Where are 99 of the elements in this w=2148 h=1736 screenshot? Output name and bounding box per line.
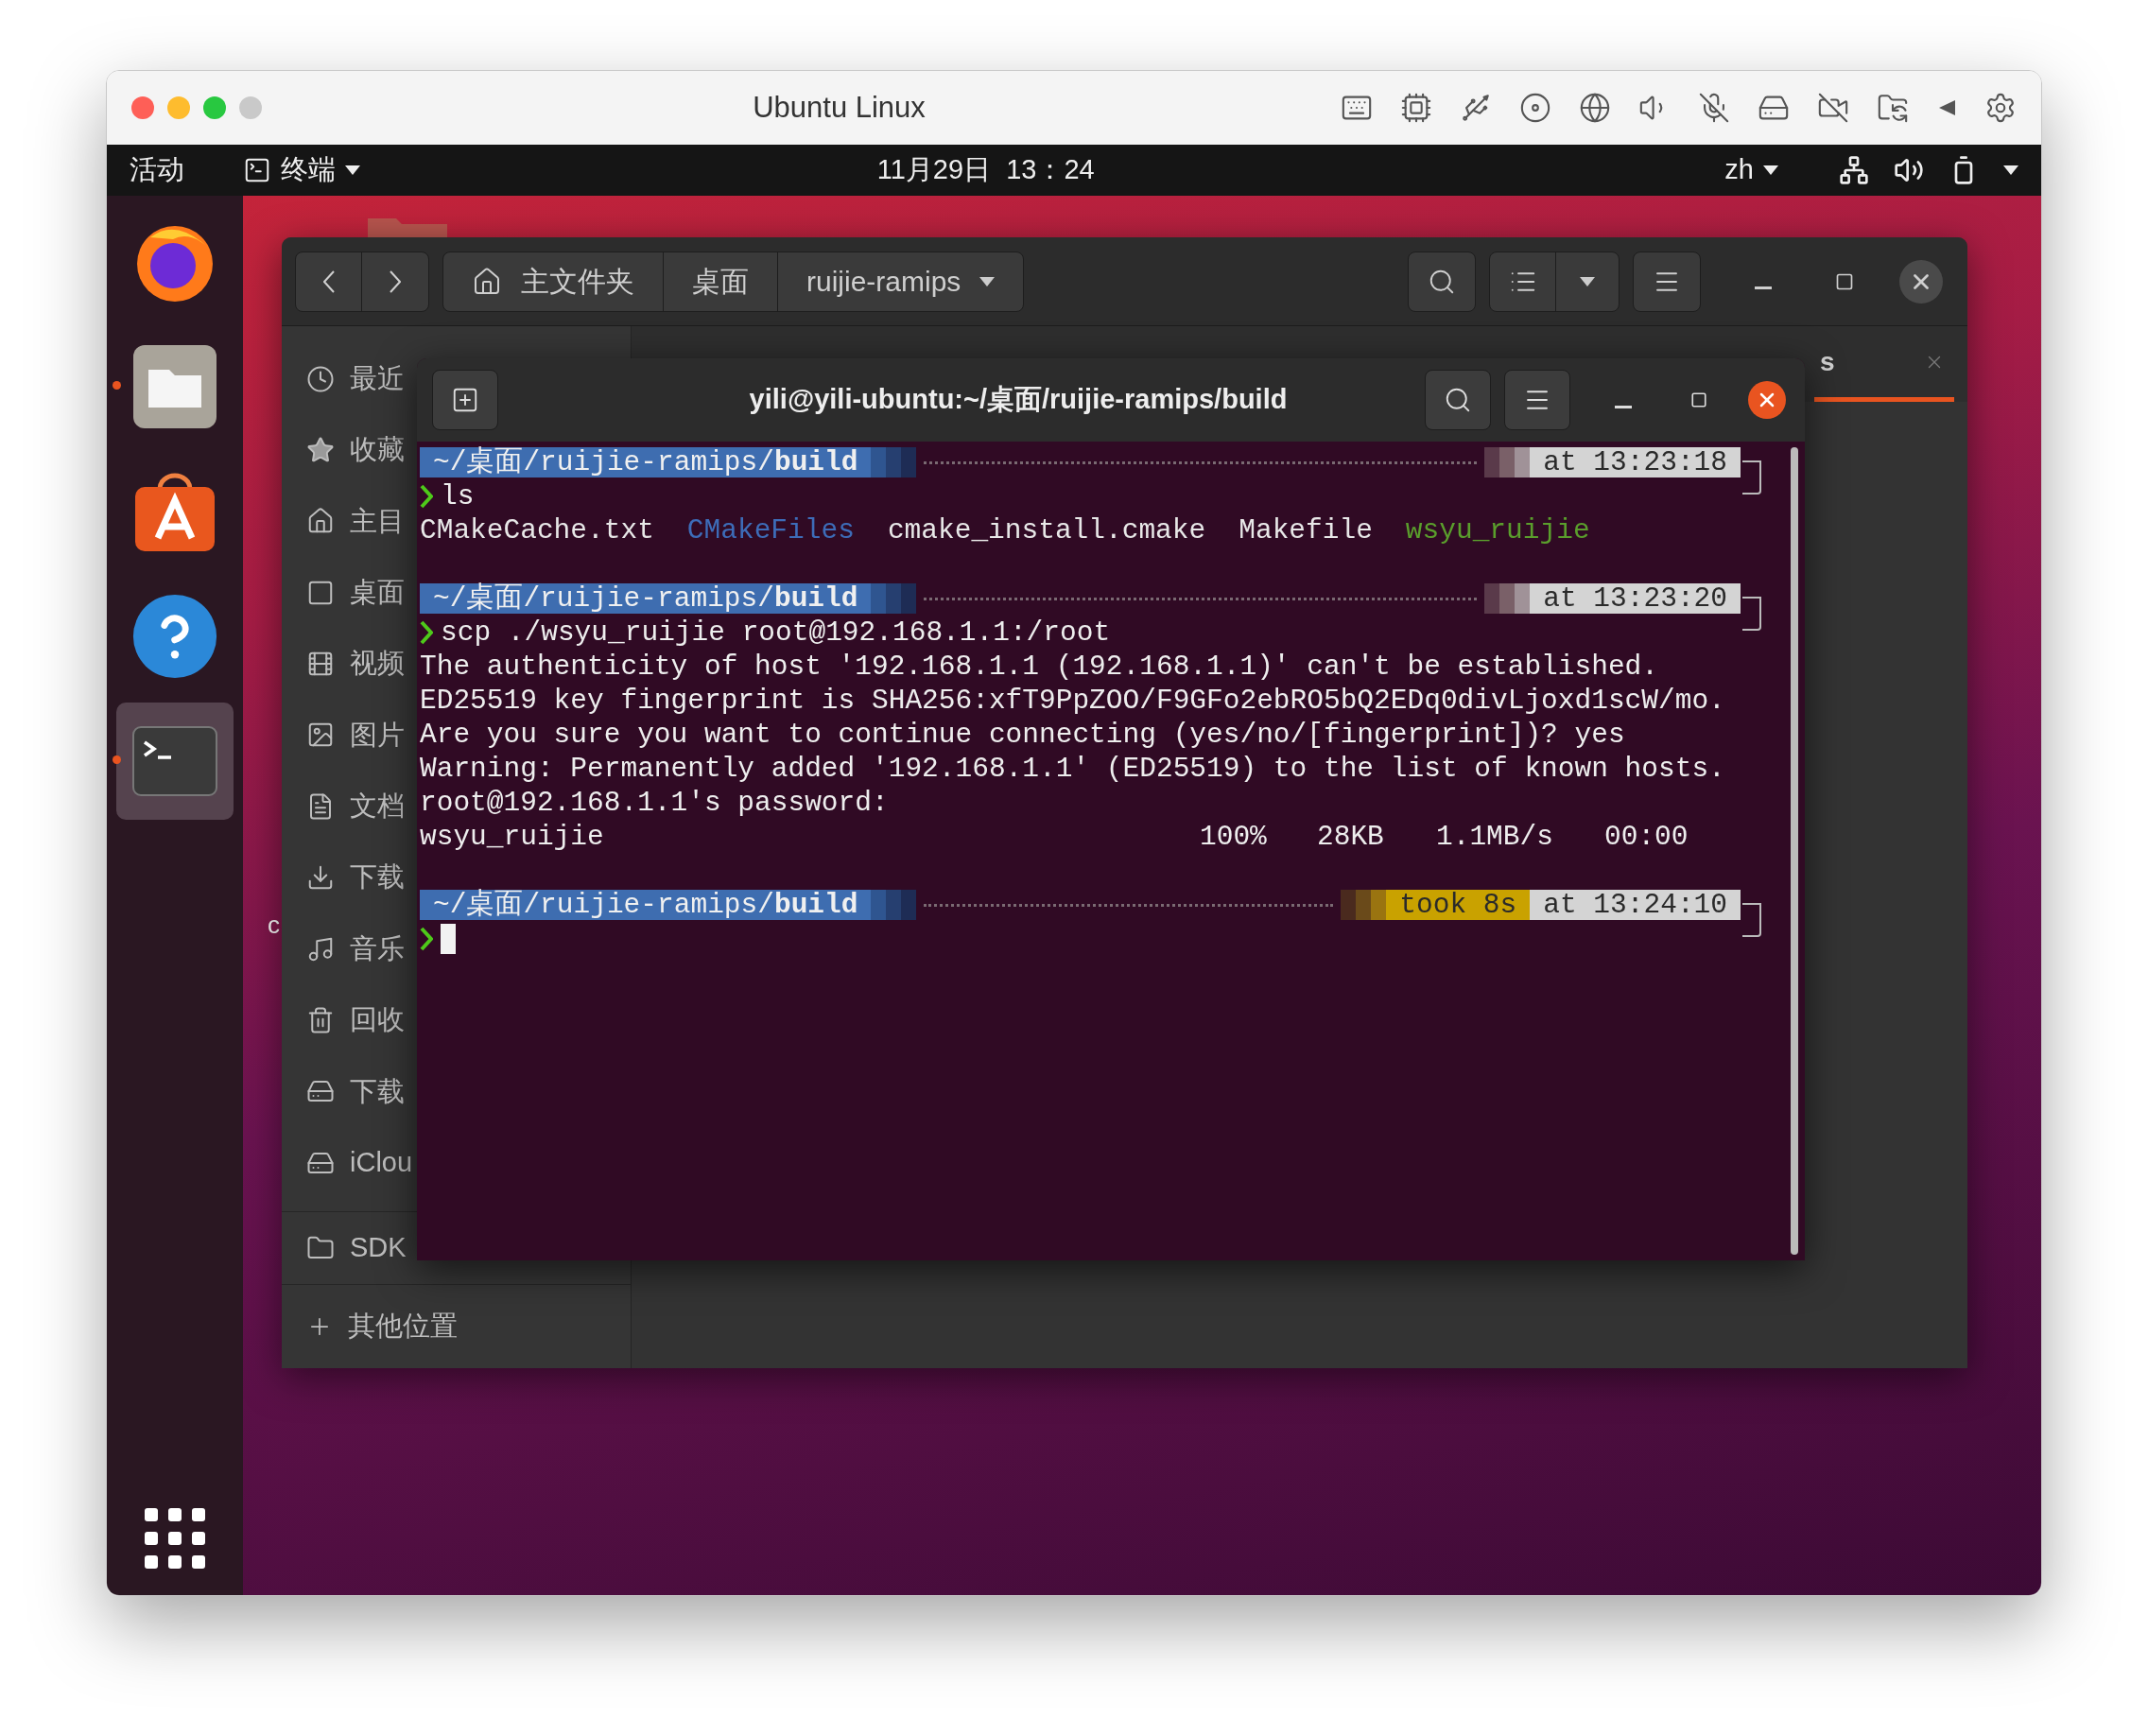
home-icon — [472, 266, 502, 297]
forward-icon — [390, 269, 401, 293]
prompt-bracket — [1742, 903, 1761, 937]
close-button[interactable] — [1748, 381, 1786, 419]
sidebar-item[interactable]: 图片 — [282, 699, 415, 772]
caret-icon — [1580, 276, 1595, 286]
path-button[interactable]: 主文件夹 — [443, 252, 664, 311]
maximize-icon — [1835, 271, 1854, 291]
network-icon — [1839, 155, 1869, 185]
command-text: scp ./wsyu_ruijie root@192.168.1.1:/root — [441, 615, 1111, 651]
system-menu[interactable] — [1839, 155, 2018, 185]
prompt-chevron-icon — [420, 620, 433, 645]
shared-folder-icon[interactable] — [1877, 92, 1909, 124]
menu-button[interactable] — [1633, 251, 1701, 312]
powerline-blocks — [871, 447, 917, 477]
sidebar-item[interactable]: SDK — [282, 1212, 415, 1284]
file-name: Makefile — [1239, 512, 1373, 548]
mic-off-icon[interactable] — [1698, 92, 1730, 124]
prompt-bracket — [1742, 597, 1761, 631]
output-line: root@192.168.1.1's password: — [420, 786, 889, 820]
sidebar-item[interactable]: 文档 — [282, 771, 415, 842]
maximize-icon — [1690, 391, 1707, 408]
sidebar-item[interactable]: 回收 — [282, 984, 415, 1056]
other-locations[interactable]: 其他位置 — [282, 1283, 631, 1368]
prompt-time: at 13:23:18 — [1530, 447, 1741, 477]
caret-icon — [345, 165, 360, 175]
terminal-title: yili@yili-ubuntu:~/桌面/ruijie-ramips/build — [749, 383, 1288, 417]
menu-button[interactable] — [1504, 370, 1570, 430]
prompt-bracket — [1742, 460, 1761, 495]
language-menu[interactable]: zh — [1724, 149, 1778, 191]
file-name: CMakeCache.txt — [420, 512, 654, 548]
prompt-path: ~/桌面/ruijie-ramips/build — [420, 447, 872, 477]
disc-icon[interactable] — [1519, 92, 1551, 124]
new-tab-button[interactable] — [432, 370, 498, 430]
app-menu[interactable]: 终端 — [243, 149, 360, 191]
sidebar-item[interactable]: 下载 — [282, 1055, 415, 1127]
terminal-icon — [131, 725, 218, 797]
activities-button[interactable]: 活动 — [130, 149, 184, 191]
file-name: wsyu_ruijie — [420, 819, 605, 855]
prompt-path: ~/桌面/ruijie-ramips/build — [420, 890, 872, 920]
globe-icon[interactable] — [1579, 92, 1611, 124]
search-button[interactable] — [1425, 370, 1491, 430]
search-icon — [1444, 386, 1472, 414]
output-line: Are you sure you want to continue connecting (yes/no/[fingerprint])? yes — [420, 718, 1625, 752]
sidebar-item[interactable]: 最近 — [282, 343, 415, 415]
new-tab-icon — [451, 386, 479, 414]
prompt-chevron-icon — [420, 927, 433, 951]
transfer-rate: 1.1MB/s — [1436, 819, 1554, 855]
prompt-chevron-icon — [420, 484, 433, 509]
sidebar-item[interactable]: 收藏 — [282, 414, 415, 486]
sidebar-item[interactable]: iClou — [282, 1126, 415, 1199]
settings-icon[interactable] — [1984, 92, 2017, 124]
close-button[interactable] — [1899, 259, 1943, 304]
sidebar-item[interactable]: 主目 — [282, 485, 415, 558]
trash-icon — [306, 1005, 335, 1034]
sidebar-item[interactable]: 桌面 — [282, 557, 415, 629]
back-icon — [322, 269, 335, 293]
app-grid-icon[interactable] — [145, 1508, 205, 1569]
prompt-time: at 13:24:10 — [1530, 890, 1741, 920]
prompt-path: ~/桌面/ruijie-ramips/build — [420, 583, 872, 614]
minimize-icon — [1755, 286, 1772, 289]
help-icon — [131, 593, 218, 680]
sidebar-item[interactable]: 音乐 — [282, 912, 415, 985]
output-line: The authenticity of host '192.168.1.1 (192.168.1.1)' can't be established. — [420, 650, 1658, 684]
usb-icon[interactable] — [1460, 92, 1492, 124]
prompt-duration: took 8s — [1386, 890, 1531, 920]
powerline-blocks — [871, 890, 917, 920]
camera-off-icon[interactable] — [1817, 92, 1849, 124]
path-button[interactable]: ruijie-ramips — [778, 252, 1024, 311]
prompt-time: at 13:23:20 — [1530, 583, 1741, 614]
caret-icon — [2003, 165, 2018, 175]
file-name: wsyu_ruijie — [1405, 512, 1590, 548]
output-line: ED25519 key fingerprint is SHA256:xfT9PpZOO/F9GFo2ebRO5bQ2EDq0divLjoxd1scW/mo. — [420, 684, 1725, 718]
sidebar-item[interactable]: 视频 — [282, 628, 415, 700]
desktop-icon-label[interactable]: c — [268, 907, 280, 944]
chip-icon[interactable] — [1400, 92, 1432, 124]
sidebar-item[interactable]: 下载 — [282, 842, 415, 913]
file-name: cmake_install.cmake — [887, 512, 1206, 548]
caret-icon — [979, 276, 996, 286]
command-text: ls — [441, 478, 475, 514]
output-line: Warning: Permanently added '192.168.1.1' (ED25519) to the list of known hosts. — [420, 752, 1725, 786]
transfer-percent: 100% — [1200, 819, 1268, 855]
terminal-icon — [243, 156, 271, 184]
caret-icon — [1763, 165, 1778, 175]
search-button[interactable] — [1408, 251, 1476, 312]
file-name: CMakeFiles — [686, 512, 855, 548]
window-title: Ubuntu Linux — [753, 89, 926, 126]
path-button[interactable]: 桌面 — [664, 252, 778, 311]
scrollbar[interactable] — [1791, 447, 1798, 1255]
folder-icon — [131, 343, 218, 430]
clock[interactable]: 11月29日 13：24 — [876, 149, 1095, 191]
minimize-icon — [1615, 405, 1632, 408]
powerline-blocks — [1484, 583, 1531, 614]
powerline-blocks — [1341, 890, 1387, 920]
transfer-time: 00:00 — [1604, 819, 1689, 855]
clock-icon — [306, 364, 335, 393]
powerline-blocks — [1484, 447, 1531, 477]
transfer-size: 28KB — [1317, 819, 1385, 855]
powerline-blocks — [871, 583, 917, 614]
